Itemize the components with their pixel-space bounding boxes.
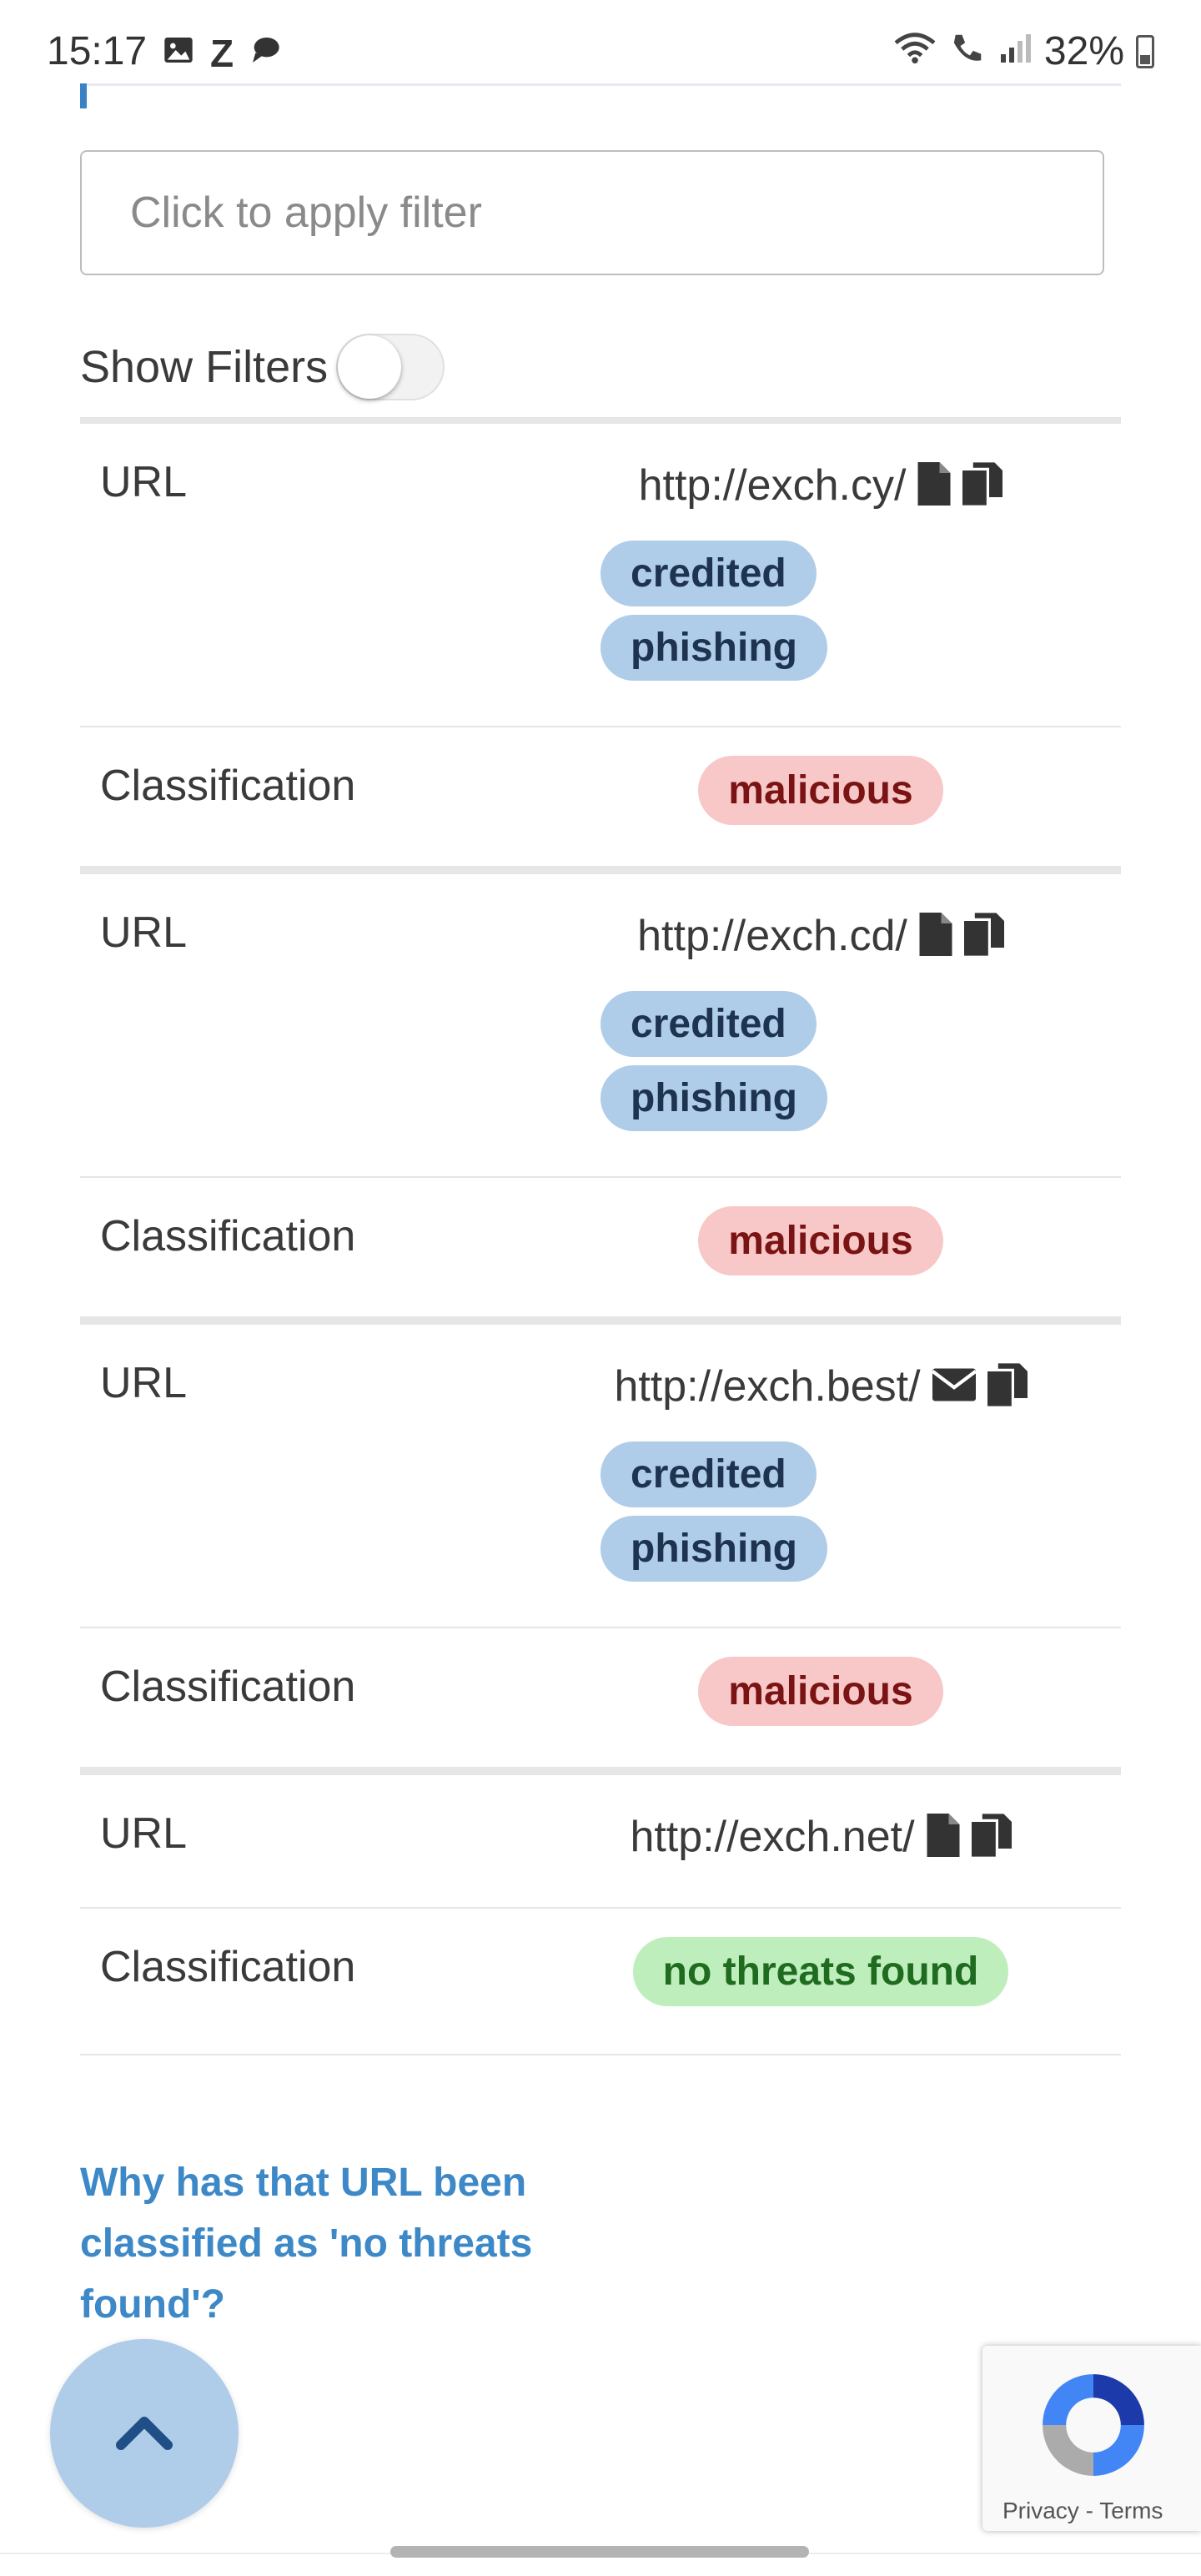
- tag-list: credited phishing: [600, 541, 827, 689]
- chat-icon: [249, 33, 282, 73]
- signal-icon: [999, 31, 1033, 73]
- copy-icon[interactable]: [963, 912, 1004, 960]
- url-row: URL http://exch.cy/ credited phishing: [80, 424, 1121, 727]
- copy-icon[interactable]: [962, 461, 1003, 510]
- url-line: http://exch.best/: [600, 1361, 1041, 1411]
- status-time: 15:17: [47, 29, 148, 73]
- scroll-to-top-button[interactable]: [50, 2339, 239, 2528]
- copy-icon[interactable]: [971, 1813, 1012, 1861]
- url-text: http://exch.cy/: [638, 461, 907, 510]
- result-entry: URL http://exch.cy/ credited phishing Cl…: [80, 417, 1121, 868]
- system-icons: 32%: [892, 28, 1154, 74]
- url-label: URL: [100, 458, 188, 506]
- wifi-icon: [892, 30, 937, 73]
- classification-badge: malicious: [698, 756, 943, 825]
- url-label: URL: [100, 1359, 188, 1407]
- result-entry: URL http://exch.net/ Classification no t…: [80, 1768, 1121, 2050]
- tag-badge: phishing: [600, 615, 827, 681]
- classification-row: Classification malicious: [80, 727, 1121, 868]
- home-indicator[interactable]: [390, 2546, 809, 2558]
- recaptcha-logo-icon: [1031, 2362, 1156, 2492]
- file-icon[interactable]: [917, 461, 951, 510]
- classification-badge: malicious: [698, 1206, 943, 1275]
- url-line: http://exch.cd/: [600, 911, 1041, 961]
- results-bottom-divider: [80, 2054, 1121, 2055]
- why-classified-link[interactable]: Why has that URL been classified as 'no …: [80, 2152, 614, 2335]
- file-icon[interactable]: [927, 1813, 960, 1861]
- tag-list: credited phishing: [600, 991, 827, 1140]
- tag-badge: credited: [600, 541, 817, 606]
- copy-icon[interactable]: [987, 1362, 1028, 1411]
- url-text: http://exch.net/: [630, 1813, 915, 1861]
- url-row: URL http://exch.cd/ credited phishing: [80, 874, 1121, 1178]
- status-bar: 15:17 Z 32%: [0, 0, 1201, 83]
- result-entry: URL http://exch.best/ credited phishing …: [80, 1318, 1121, 1768]
- battery-icon: [1136, 34, 1154, 68]
- show-filters-label: Show Filters: [80, 342, 329, 392]
- terms-link[interactable]: Terms: [1099, 2498, 1163, 2523]
- classification-badge: malicious: [698, 1657, 943, 1726]
- z-icon: Z: [210, 31, 234, 75]
- tag-badge: credited: [600, 991, 817, 1057]
- filter-input[interactable]: [80, 150, 1104, 275]
- result-entry: URL http://exch.cd/ credited phishing Cl…: [80, 868, 1121, 1318]
- classification-label: Classification: [100, 1943, 356, 1991]
- url-label: URL: [100, 1809, 188, 1858]
- classification-label: Classification: [100, 1212, 356, 1260]
- show-filters-row: Show Filters: [80, 334, 445, 400]
- wifi-calling-icon: [949, 30, 987, 73]
- file-icon[interactable]: [919, 912, 952, 960]
- classification-row: Classification malicious: [80, 1628, 1121, 1768]
- privacy-link[interactable]: Privacy: [1003, 2498, 1079, 2523]
- envelope-icon[interactable]: [931, 1368, 977, 1406]
- tag-badge: phishing: [600, 1516, 827, 1582]
- links-separator: -: [1085, 2498, 1093, 2523]
- recaptcha-links: Privacy - Terms: [1003, 2498, 1163, 2524]
- classification-row: Classification malicious: [80, 1178, 1121, 1318]
- battery-percent: 32%: [1043, 29, 1124, 73]
- classification-label: Classification: [100, 1663, 356, 1711]
- notification-icons: Z: [162, 33, 282, 73]
- classification-row: Classification no threats found: [80, 1909, 1121, 2050]
- url-row: URL http://exch.net/: [80, 1775, 1121, 1909]
- url-line: http://exch.cy/: [600, 460, 1041, 511]
- show-filters-toggle[interactable]: [336, 334, 445, 400]
- chevron-up-icon: [116, 2413, 173, 2454]
- top-divider: [80, 83, 1121, 108]
- classification-label: Classification: [100, 762, 356, 810]
- url-text: http://exch.best/: [614, 1362, 921, 1411]
- results-list: URL http://exch.cy/ credited phishing Cl…: [80, 417, 1121, 2050]
- url-row: URL http://exch.best/ credited phishing: [80, 1325, 1121, 1628]
- tag-list: credited phishing: [600, 1441, 827, 1590]
- tag-badge: phishing: [600, 1065, 827, 1131]
- toggle-knob: [338, 335, 402, 399]
- url-text: http://exch.cd/: [637, 912, 907, 960]
- url-line: http://exch.net/: [600, 1812, 1041, 1862]
- recaptcha-badge[interactable]: Privacy - Terms: [982, 2346, 1201, 2531]
- image-icon: [162, 33, 195, 73]
- url-label: URL: [100, 908, 188, 957]
- classification-badge: no threats found: [632, 1937, 1009, 2006]
- tag-badge: credited: [600, 1441, 817, 1507]
